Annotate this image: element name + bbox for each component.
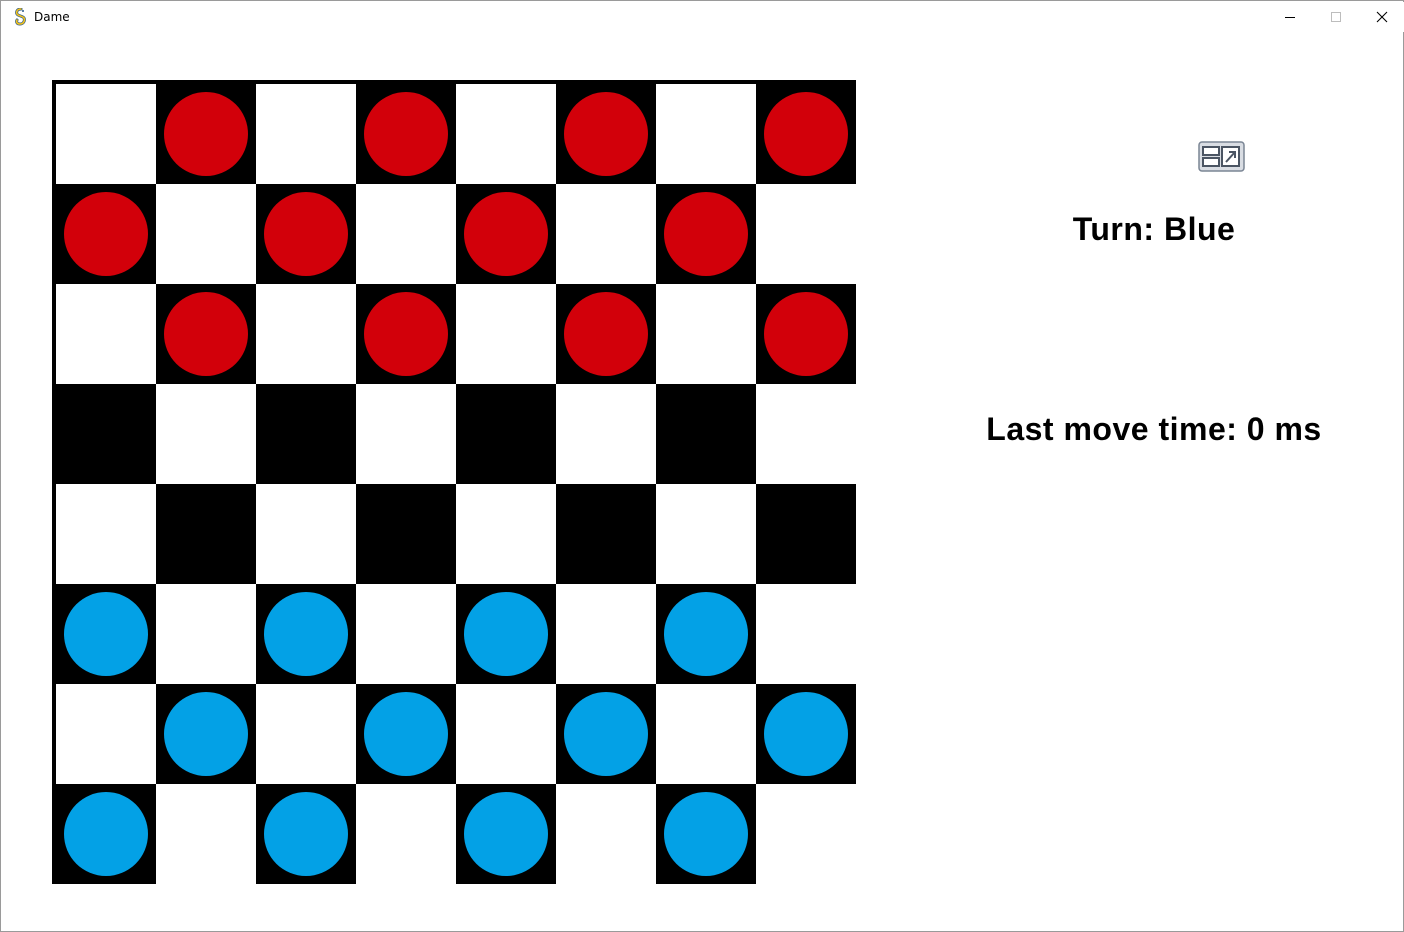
board-square[interactable]: [256, 384, 356, 484]
board-square[interactable]: [356, 384, 456, 484]
board-square[interactable]: [656, 484, 756, 584]
board-square[interactable]: [356, 484, 456, 584]
board-square[interactable]: [156, 584, 256, 684]
blue-piece[interactable]: [664, 592, 748, 676]
board-square[interactable]: [456, 284, 556, 384]
board-square[interactable]: [356, 584, 456, 684]
window-title: Dame: [34, 10, 70, 24]
red-piece[interactable]: [164, 292, 248, 376]
board-square[interactable]: [656, 384, 756, 484]
red-piece[interactable]: [564, 292, 648, 376]
board-square[interactable]: [656, 84, 756, 184]
board-square[interactable]: [56, 84, 156, 184]
window-switch-icon[interactable]: [1198, 141, 1245, 172]
red-piece[interactable]: [664, 192, 748, 276]
board-square[interactable]: [256, 484, 356, 584]
board-square[interactable]: [756, 384, 856, 484]
board-square[interactable]: [756, 584, 856, 684]
blue-piece[interactable]: [664, 792, 748, 876]
board-square[interactable]: [456, 384, 556, 484]
board-square[interactable]: [756, 484, 856, 584]
game-window: Dame Turn: Blue Last move time: 0 ms: [0, 0, 1404, 932]
board-square[interactable]: [556, 784, 656, 884]
board-square[interactable]: [56, 684, 156, 784]
board-square[interactable]: [156, 384, 256, 484]
red-piece[interactable]: [564, 92, 648, 176]
red-piece[interactable]: [764, 92, 848, 176]
title-bar[interactable]: Dame: [2, 2, 1404, 32]
blue-piece[interactable]: [64, 592, 148, 676]
board-square[interactable]: [256, 284, 356, 384]
board-square[interactable]: [656, 684, 756, 784]
red-piece[interactable]: [264, 192, 348, 276]
blue-piece[interactable]: [464, 792, 548, 876]
board-square[interactable]: [156, 784, 256, 884]
board-square[interactable]: [356, 184, 456, 284]
board-square[interactable]: [256, 84, 356, 184]
board-square[interactable]: [756, 184, 856, 284]
board-square[interactable]: [56, 284, 156, 384]
close-button[interactable]: [1359, 2, 1404, 32]
blue-piece[interactable]: [264, 792, 348, 876]
red-piece[interactable]: [364, 292, 448, 376]
red-piece[interactable]: [64, 192, 148, 276]
maximize-button[interactable]: [1313, 2, 1359, 32]
minimize-button[interactable]: [1267, 2, 1313, 32]
blue-piece[interactable]: [764, 692, 848, 776]
close-icon: [1376, 11, 1388, 23]
board-square[interactable]: [556, 384, 656, 484]
blue-piece[interactable]: [164, 692, 248, 776]
minimize-icon: [1285, 17, 1295, 18]
last-move-time: Last move time: 0 ms: [986, 411, 1322, 447]
red-piece[interactable]: [764, 292, 848, 376]
board-square[interactable]: [456, 84, 556, 184]
checkers-board[interactable]: [52, 80, 856, 884]
red-piece[interactable]: [464, 192, 548, 276]
red-piece[interactable]: [164, 92, 248, 176]
maximize-icon: [1331, 12, 1341, 22]
board-square[interactable]: [56, 384, 156, 484]
board-square[interactable]: [556, 584, 656, 684]
blue-piece[interactable]: [264, 592, 348, 676]
board-square[interactable]: [356, 784, 456, 884]
board-square[interactable]: [456, 484, 556, 584]
board-square[interactable]: [556, 184, 656, 284]
blue-piece[interactable]: [464, 592, 548, 676]
pygame-snake-icon: [15, 8, 26, 26]
board-square[interactable]: [656, 284, 756, 384]
board-square[interactable]: [756, 784, 856, 884]
blue-piece[interactable]: [64, 792, 148, 876]
blue-piece[interactable]: [364, 692, 448, 776]
blue-piece[interactable]: [564, 692, 648, 776]
board-square[interactable]: [456, 684, 556, 784]
board-square[interactable]: [56, 484, 156, 584]
turn-indicator: Turn: Blue: [1072, 211, 1236, 247]
board-square[interactable]: [156, 184, 256, 284]
board-square[interactable]: [556, 484, 656, 584]
board-square[interactable]: [256, 684, 356, 784]
board-square[interactable]: [156, 484, 256, 584]
red-piece[interactable]: [364, 92, 448, 176]
